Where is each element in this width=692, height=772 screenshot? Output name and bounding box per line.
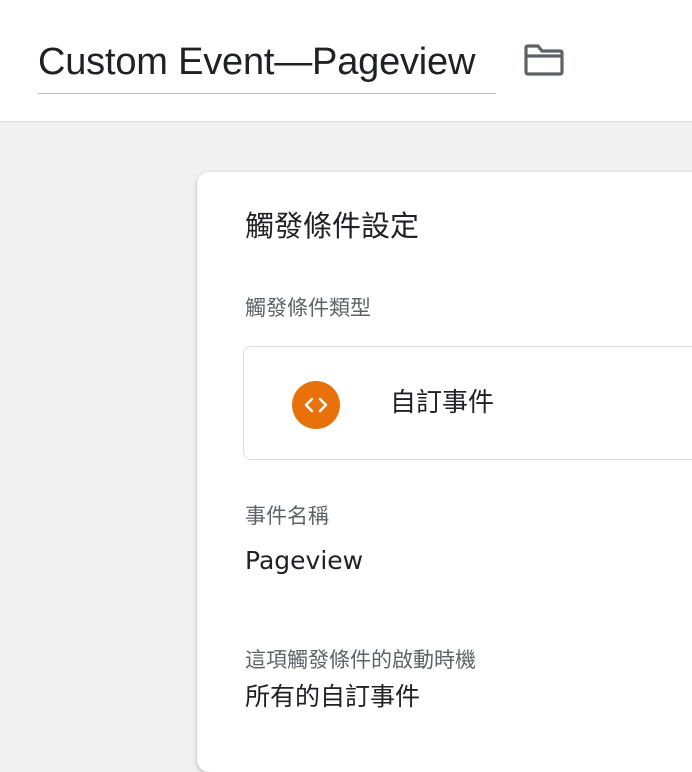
custom-event-code-icon bbox=[292, 381, 340, 429]
folder-button[interactable] bbox=[520, 42, 568, 82]
event-name-value: Pageview bbox=[245, 546, 364, 575]
trigger-configuration-card: 觸發條件設定 觸發條件類型 自訂事件 事件名稱 Pageview 這項觸發條件的… bbox=[197, 172, 692, 772]
fires-on-value: 所有的自訂事件 bbox=[245, 682, 421, 711]
fires-on-label: 這項觸發條件的啟動時機 bbox=[245, 648, 476, 672]
trigger-type-label: 觸發條件類型 bbox=[245, 296, 371, 320]
folder-icon[interactable] bbox=[523, 43, 565, 81]
trigger-type-name: 自訂事件 bbox=[390, 388, 495, 418]
trigger-header: Custom Event—Pageview bbox=[0, 0, 692, 122]
section-title: 觸發條件設定 bbox=[245, 209, 420, 243]
trigger-name-input[interactable]: Custom Event—Pageview bbox=[38, 36, 496, 88]
trigger-type-selector[interactable]: 自訂事件 bbox=[243, 346, 692, 460]
trigger-name-field[interactable]: Custom Event—Pageview bbox=[38, 36, 496, 94]
event-name-label: 事件名稱 bbox=[245, 504, 329, 528]
